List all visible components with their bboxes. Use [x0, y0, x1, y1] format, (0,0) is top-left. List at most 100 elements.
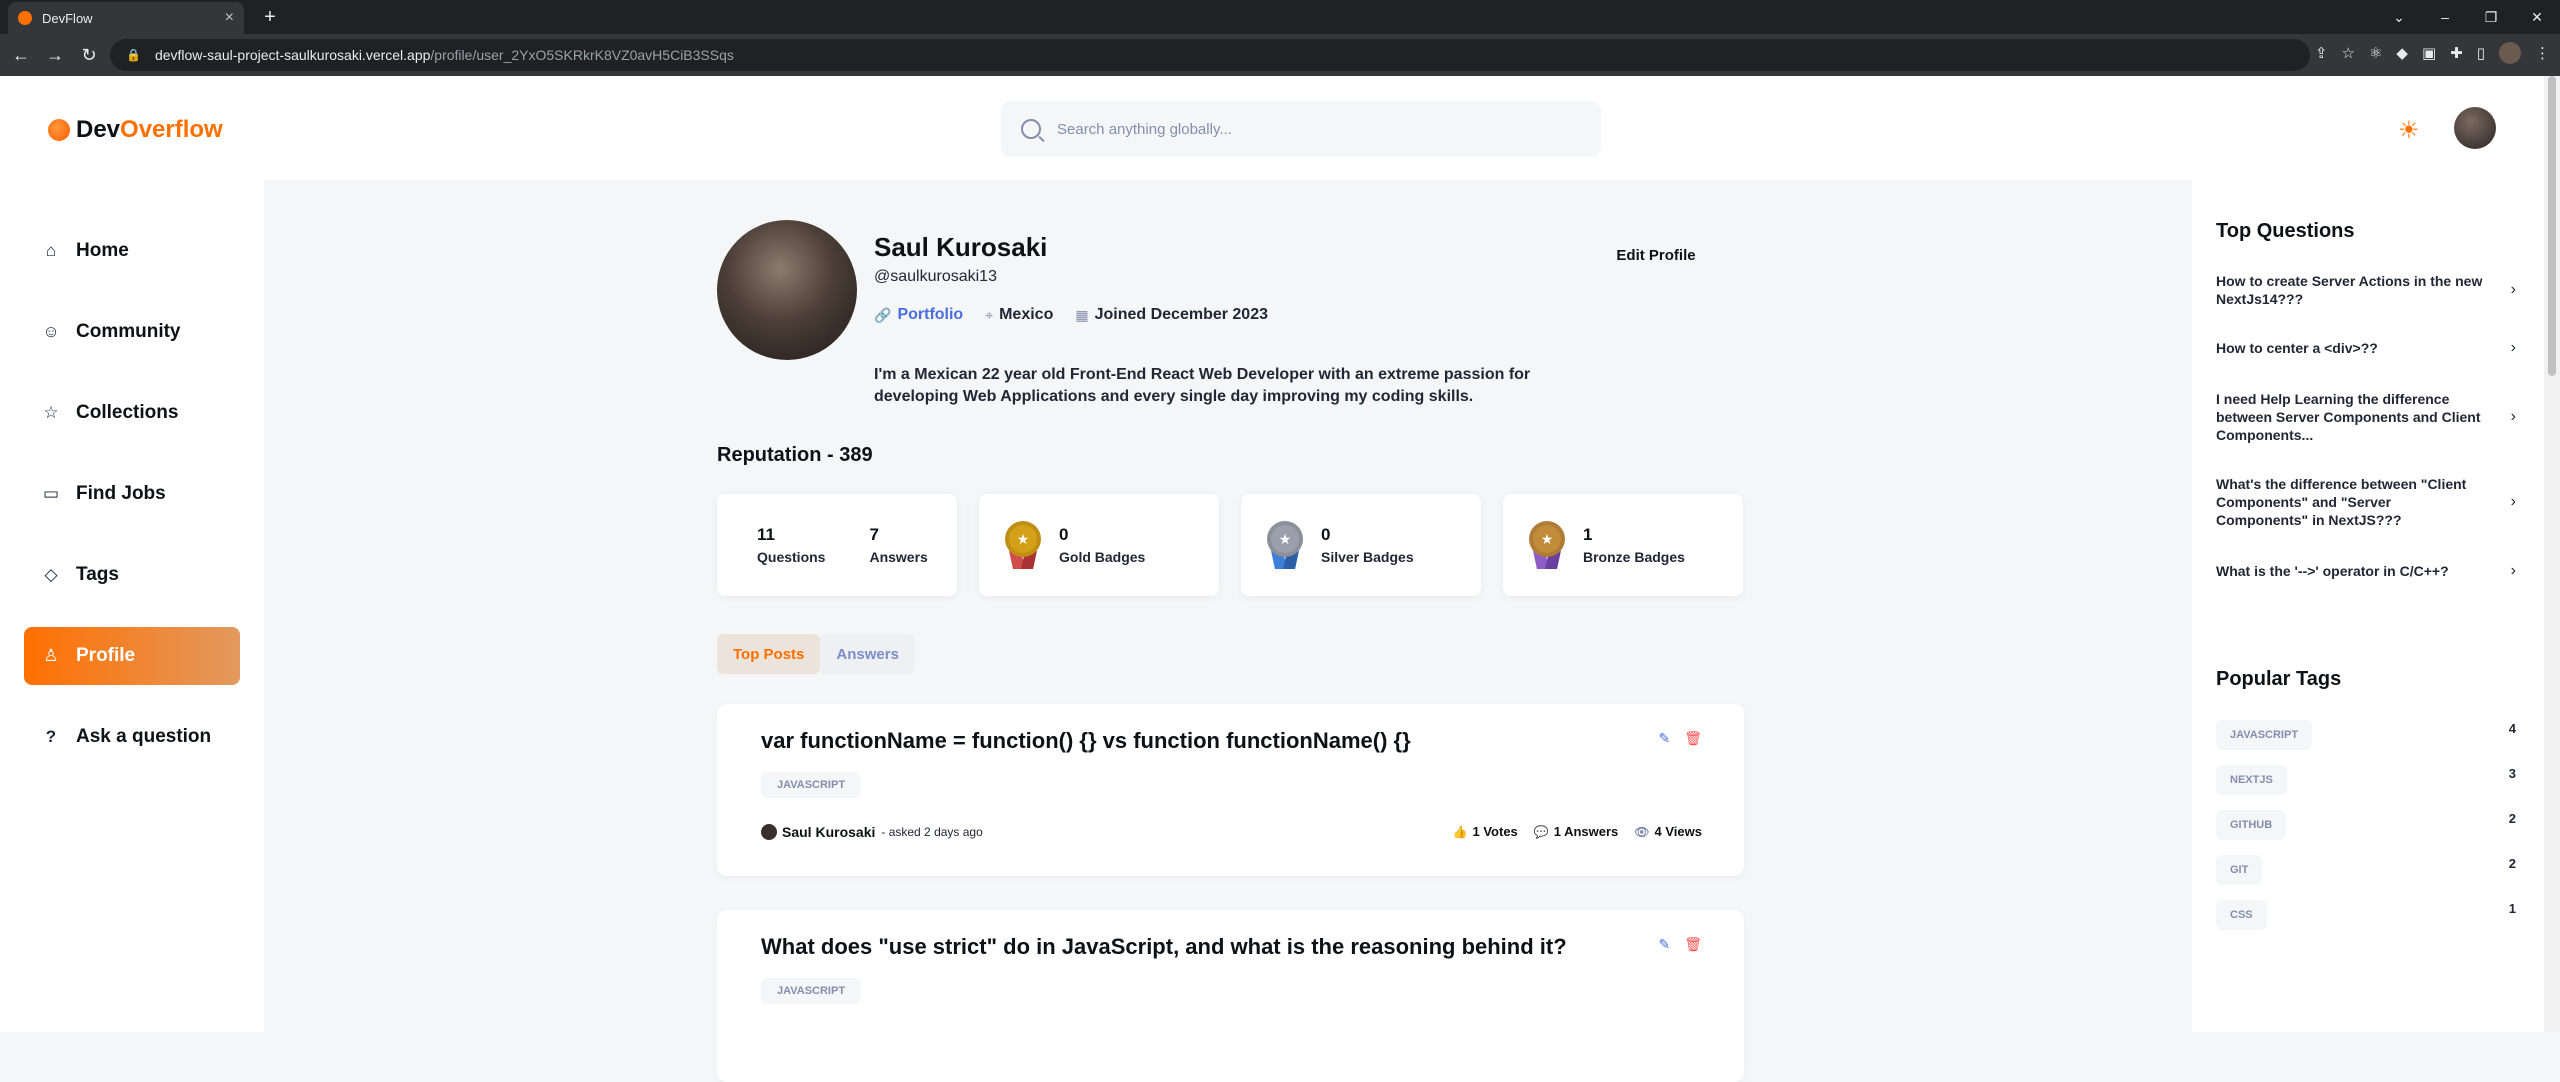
- portfolio-label[interactable]: Portfolio: [897, 306, 963, 324]
- browser-profile-avatar[interactable]: [2499, 42, 2521, 64]
- tag-name[interactable]: CSS: [2216, 900, 2267, 930]
- popular-tag-item[interactable]: CSS 1: [2216, 900, 2516, 930]
- popular-tag-item[interactable]: JAVASCRIPT 4: [2216, 720, 2516, 750]
- like-icon: 👍: [1452, 825, 1468, 839]
- users-icon: ☺: [42, 322, 60, 341]
- top-question-text: How to center a <div>??: [2216, 340, 2378, 356]
- tab-search-icon[interactable]: ⌄: [2376, 9, 2422, 26]
- top-question-item[interactable]: How to create Server Actions in the new …: [2216, 272, 2516, 308]
- location: ⌖ Mexico: [985, 306, 1053, 324]
- tag-count: 1: [2508, 900, 2516, 916]
- sidebar-item-label: Home: [76, 240, 129, 261]
- link-icon: 🔗: [874, 306, 892, 323]
- tab-answers[interactable]: Answers: [820, 634, 915, 674]
- browser-menu-icon[interactable]: ⋮: [2535, 44, 2550, 62]
- global-search[interactable]: Search anything globally...: [1001, 101, 1601, 157]
- question-card[interactable]: What does "use strict" do in JavaScript,…: [717, 910, 1744, 1082]
- sidebar-item-label: Tags: [76, 564, 119, 585]
- profile-meta: 🔗 Portfolio ⌖ Mexico ▦ Joined December 2…: [874, 306, 1268, 324]
- gold-medal-icon: ★: [1003, 521, 1043, 569]
- bookmark-star-icon[interactable]: ☆: [2342, 44, 2355, 62]
- scrollbar-thumb[interactable]: [2548, 76, 2556, 376]
- tag-name[interactable]: NEXTJS: [2216, 765, 2287, 795]
- minimize-icon[interactable]: –: [2422, 9, 2468, 25]
- popular-tags-title: Popular Tags: [2216, 668, 2342, 690]
- extension-wallet-icon[interactable]: ▣: [2422, 44, 2436, 62]
- popular-tag-item[interactable]: GITHUB 2: [2216, 810, 2516, 840]
- sidebar-item-community[interactable]: ☺ Community: [24, 303, 240, 361]
- eye-icon: 👁: [1634, 825, 1650, 839]
- right-sidebar: Top Questions How to create Server Actio…: [2192, 180, 2544, 1032]
- profile-name: Saul Kurosaki: [874, 232, 1048, 262]
- logo-text-prefix: Dev: [76, 116, 121, 143]
- portfolio-link[interactable]: 🔗 Portfolio: [874, 306, 963, 324]
- side-panel-icon[interactable]: ▯: [2477, 44, 2485, 62]
- edit-icon[interactable]: ✎: [1658, 936, 1670, 953]
- question-tag[interactable]: JAVASCRIPT: [761, 772, 862, 798]
- top-question-text: What is the '-->' operator in C/C++?: [2216, 563, 2449, 579]
- share-icon[interactable]: ⇪: [2315, 44, 2328, 62]
- restore-icon[interactable]: ❐: [2468, 9, 2514, 26]
- theme-toggle-sun-icon[interactable]: ☀: [2398, 116, 2420, 145]
- question-actions: ✎ 🗑: [1658, 936, 1702, 953]
- sidebar-item-collections[interactable]: ☆ Collections: [24, 384, 240, 442]
- sidebar-item-tags[interactable]: ◇ Tags: [24, 546, 240, 604]
- browser-tab[interactable]: DevFlow ×: [8, 2, 244, 34]
- trash-icon[interactable]: 🗑: [1684, 936, 1702, 953]
- top-question-item[interactable]: What's the difference between "Client Co…: [2216, 475, 2516, 529]
- tag-name[interactable]: JAVASCRIPT: [2216, 720, 2313, 750]
- react-devtools-icon[interactable]: ⚛: [2369, 44, 2382, 62]
- tag-count: 4: [2508, 720, 2516, 736]
- forward-icon[interactable]: →: [38, 45, 72, 66]
- sidebar-item-home[interactable]: ⌂ Home: [24, 222, 240, 280]
- questions-label: Questions: [757, 549, 826, 565]
- question-tag[interactable]: JAVASCRIPT: [761, 978, 862, 1004]
- tab-top-posts[interactable]: Top Posts: [717, 634, 821, 674]
- trash-icon[interactable]: 🗑: [1684, 730, 1702, 747]
- profile-main: Saul Kurosaki @saulkurosaki13 🔗 Portfoli…: [264, 180, 2192, 1082]
- sidebar-item-ask-question[interactable]: ? Ask a question: [24, 708, 240, 766]
- close-tab-icon[interactable]: ×: [225, 9, 234, 27]
- lock-icon[interactable]: 🔒: [126, 48, 141, 62]
- popular-tag-item[interactable]: NEXTJS 3: [2216, 765, 2516, 795]
- question-actions: ✎ 🗑: [1658, 730, 1702, 747]
- page-scrollbar[interactable]: [2544, 76, 2560, 1032]
- question-title[interactable]: What does "use strict" do in JavaScript,…: [761, 934, 1567, 960]
- chevron-right-icon: ›: [2510, 562, 2516, 579]
- user-avatar[interactable]: [2454, 107, 2496, 149]
- suitcase-icon: ▭: [42, 484, 60, 503]
- tag-count: 2: [2508, 855, 2516, 871]
- top-question-item[interactable]: What is the '-->' operator in C/C++? ›: [2216, 562, 2516, 580]
- top-question-item[interactable]: How to center a <div>?? ›: [2216, 339, 2516, 357]
- top-question-item[interactable]: I need Help Learning the difference betw…: [2216, 390, 2516, 444]
- edit-icon[interactable]: ✎: [1658, 730, 1670, 747]
- browser-toolbar: ← → ↻ 🔒 devflow-saul-project-saulkurosak…: [0, 34, 2560, 76]
- reload-icon[interactable]: ↻: [72, 45, 106, 66]
- question-card[interactable]: var functionName = function() {} vs func…: [717, 704, 1744, 876]
- metamask-icon[interactable]: ◆: [2396, 44, 2408, 62]
- profile-tabs: Top Posts Answers: [717, 634, 915, 674]
- window-controls: ⌄ – ❐ ✕: [2376, 0, 2560, 34]
- top-questions-title: Top Questions: [2216, 220, 2355, 242]
- address-bar[interactable]: 🔒 devflow-saul-project-saulkurosaki.verc…: [110, 39, 2310, 71]
- app-root: Dev Overflow Search anything globally... …: [0, 76, 2560, 1082]
- puzzle-extensions-icon[interactable]: ✚: [2450, 44, 2463, 62]
- logo[interactable]: Dev Overflow: [48, 116, 223, 144]
- tag-name[interactable]: GIT: [2216, 855, 2263, 885]
- logo-mark-icon: [48, 119, 70, 141]
- sidebar-item-find-jobs[interactable]: ▭ Find Jobs: [24, 465, 240, 523]
- popular-tag-item[interactable]: GIT 2: [2216, 855, 2516, 885]
- edit-profile-button[interactable]: Edit Profile: [1568, 232, 1744, 278]
- chevron-right-icon: ›: [2510, 408, 2516, 425]
- location-text: Mexico: [999, 306, 1054, 323]
- sidebar-item-profile[interactable]: ♙ Profile: [24, 627, 240, 685]
- back-icon[interactable]: ←: [4, 45, 38, 66]
- profile-avatar: [717, 220, 857, 360]
- close-window-icon[interactable]: ✕: [2514, 9, 2560, 26]
- new-tab-button[interactable]: +: [256, 6, 284, 30]
- silver-medal-icon: ★: [1265, 521, 1305, 569]
- question-title[interactable]: var functionName = function() {} vs func…: [761, 728, 1411, 754]
- question-author[interactable]: Saul Kurosaki - asked 2 days ago: [761, 824, 983, 840]
- url-path: /profile/user_2YxO5SKRkrK8VZ0avH5CiB3SSq…: [430, 47, 734, 63]
- tag-name[interactable]: GITHUB: [2216, 810, 2287, 840]
